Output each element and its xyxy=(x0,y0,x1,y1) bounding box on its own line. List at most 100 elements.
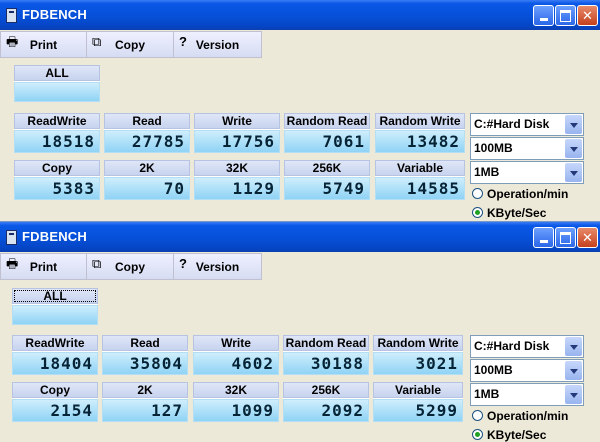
copy-label: Copy xyxy=(115,37,145,52)
metric-value: 2154 xyxy=(12,399,98,422)
metric-random-write[interactable]: Random Write 13482 xyxy=(375,113,465,153)
close-button[interactable]: ✕ xyxy=(577,227,598,248)
version-label: Version xyxy=(195,259,240,274)
metric-value: 2092 xyxy=(283,399,369,422)
metric-value: 5299 xyxy=(373,399,463,422)
metric-variable[interactable]: Variable 5299 xyxy=(373,382,463,422)
minimize-button[interactable] xyxy=(533,227,554,248)
metric-label: ReadWrite xyxy=(12,335,98,351)
metric-label: Random Read xyxy=(283,335,369,351)
metric-label: Random Read xyxy=(284,113,370,129)
drive-select[interactable]: C:#Hard Disk xyxy=(470,335,584,358)
metric-value: 18404 xyxy=(12,352,98,375)
all-label: ALL xyxy=(14,65,100,81)
metric-label: 32K xyxy=(194,160,280,176)
chevron-down-icon[interactable] xyxy=(565,139,582,158)
metric-variable[interactable]: Variable 14585 xyxy=(375,160,465,200)
metric-value: 127 xyxy=(102,399,188,422)
metric-label: 256K xyxy=(284,160,370,176)
print-button[interactable]: 🖶 Print xyxy=(0,31,86,58)
metric-label: Read xyxy=(102,335,188,351)
drive-select-value: C:#Hard Disk xyxy=(474,339,550,353)
metric-label: Random Write xyxy=(373,335,463,351)
print-label: Print xyxy=(29,37,58,52)
close-icon: ✕ xyxy=(582,230,593,245)
metric-random-read[interactable]: Random Read 30188 xyxy=(283,335,369,375)
metric-label: Write xyxy=(194,113,280,129)
all-value xyxy=(12,305,98,325)
toolbar: 🖶 Print ⧉ Copy ? Version xyxy=(0,253,262,280)
metric-label: 2K xyxy=(102,382,188,398)
drive-select-value: C:#Hard Disk xyxy=(474,117,550,131)
radio-selected-icon xyxy=(472,207,483,218)
radio-label: KByte/Sec xyxy=(487,206,547,220)
maximize-icon xyxy=(560,10,571,22)
metric-2k[interactable]: 2K 127 xyxy=(102,382,188,422)
copy-button[interactable]: ⧉ Copy xyxy=(86,253,173,280)
metric-label: Write xyxy=(193,335,279,351)
version-button[interactable]: ? Version xyxy=(173,31,262,58)
question-icon: ? xyxy=(179,256,187,271)
close-icon: ✕ xyxy=(582,8,593,23)
metric-label: 32K xyxy=(193,382,279,398)
metric-32k[interactable]: 32K 1099 xyxy=(193,382,279,422)
size-select[interactable]: 100MB xyxy=(470,359,584,382)
chevron-down-icon[interactable] xyxy=(565,385,582,404)
metric-read[interactable]: Read 35804 xyxy=(102,335,188,375)
metric-label: Read xyxy=(104,113,190,129)
all-value xyxy=(14,82,100,102)
close-button[interactable]: ✕ xyxy=(577,5,598,26)
question-icon: ? xyxy=(179,34,187,49)
print-button[interactable]: 🖶 Print xyxy=(0,253,86,280)
chevron-down-icon[interactable] xyxy=(565,337,582,356)
toolbar: 🖶 Print ⧉ Copy ? Version xyxy=(0,31,262,58)
metric-value: 27785 xyxy=(104,130,190,153)
metric-copy[interactable]: Copy 5383 xyxy=(14,160,100,200)
metric-copy[interactable]: Copy 2154 xyxy=(12,382,98,422)
metric-value: 18518 xyxy=(14,130,100,153)
chevron-down-icon[interactable] xyxy=(565,361,582,380)
maximize-icon xyxy=(560,232,571,244)
version-label: Version xyxy=(195,37,240,52)
metric-value: 30188 xyxy=(283,352,369,375)
fdbench-window-2: FDBENCH ✕ 🖶 Print ⧉ Copy ? Version ALL R… xyxy=(0,221,600,442)
metric-random-read[interactable]: Random Read 7061 xyxy=(284,113,370,153)
minimize-button[interactable] xyxy=(533,5,554,26)
metric-label: Variable xyxy=(375,160,465,176)
all-button[interactable]: ALL xyxy=(14,65,100,102)
copy-icon: ⧉ xyxy=(92,34,102,49)
size-select-value: 100MB xyxy=(474,363,513,377)
size-select[interactable]: 100MB xyxy=(470,137,584,160)
chevron-down-icon[interactable] xyxy=(565,115,582,134)
metric-2k[interactable]: 2K 70 xyxy=(104,160,190,200)
block-select[interactable]: 1MB xyxy=(470,383,584,406)
all-button[interactable]: ALL xyxy=(12,288,98,325)
metric-write[interactable]: Write 4602 xyxy=(193,335,279,375)
metric-256k[interactable]: 256K 2092 xyxy=(283,382,369,422)
metric-256k[interactable]: 256K 5749 xyxy=(284,160,370,200)
block-select-value: 1MB xyxy=(474,387,500,401)
block-select[interactable]: 1MB xyxy=(470,161,584,184)
size-select-value: 100MB xyxy=(474,141,513,155)
metric-readwrite[interactable]: ReadWrite 18518 xyxy=(14,113,100,153)
version-button[interactable]: ? Version xyxy=(173,253,262,280)
metric-32k[interactable]: 32K 1129 xyxy=(194,160,280,200)
metric-write[interactable]: Write 17756 xyxy=(194,113,280,153)
radio-label: Operation/min xyxy=(487,409,569,423)
metric-label: 256K xyxy=(283,382,369,398)
maximize-button[interactable] xyxy=(555,227,576,248)
metric-random-write[interactable]: Random Write 3021 xyxy=(373,335,463,375)
radio-selected-icon xyxy=(472,429,483,440)
metric-value: 5383 xyxy=(14,177,100,200)
chevron-down-icon[interactable] xyxy=(565,163,582,182)
drive-select[interactable]: C:#Hard Disk xyxy=(470,113,584,136)
copy-button[interactable]: ⧉ Copy xyxy=(86,31,173,58)
metric-value: 14585 xyxy=(375,177,465,200)
metric-read[interactable]: Read 27785 xyxy=(104,113,190,153)
title-bar[interactable]: FDBENCH ✕ xyxy=(0,222,600,252)
metric-value: 7061 xyxy=(284,130,370,153)
title-bar[interactable]: FDBENCH ✕ xyxy=(0,0,600,30)
maximize-button[interactable] xyxy=(555,5,576,26)
metric-readwrite[interactable]: ReadWrite 18404 xyxy=(12,335,98,375)
metric-label: Variable xyxy=(373,382,463,398)
